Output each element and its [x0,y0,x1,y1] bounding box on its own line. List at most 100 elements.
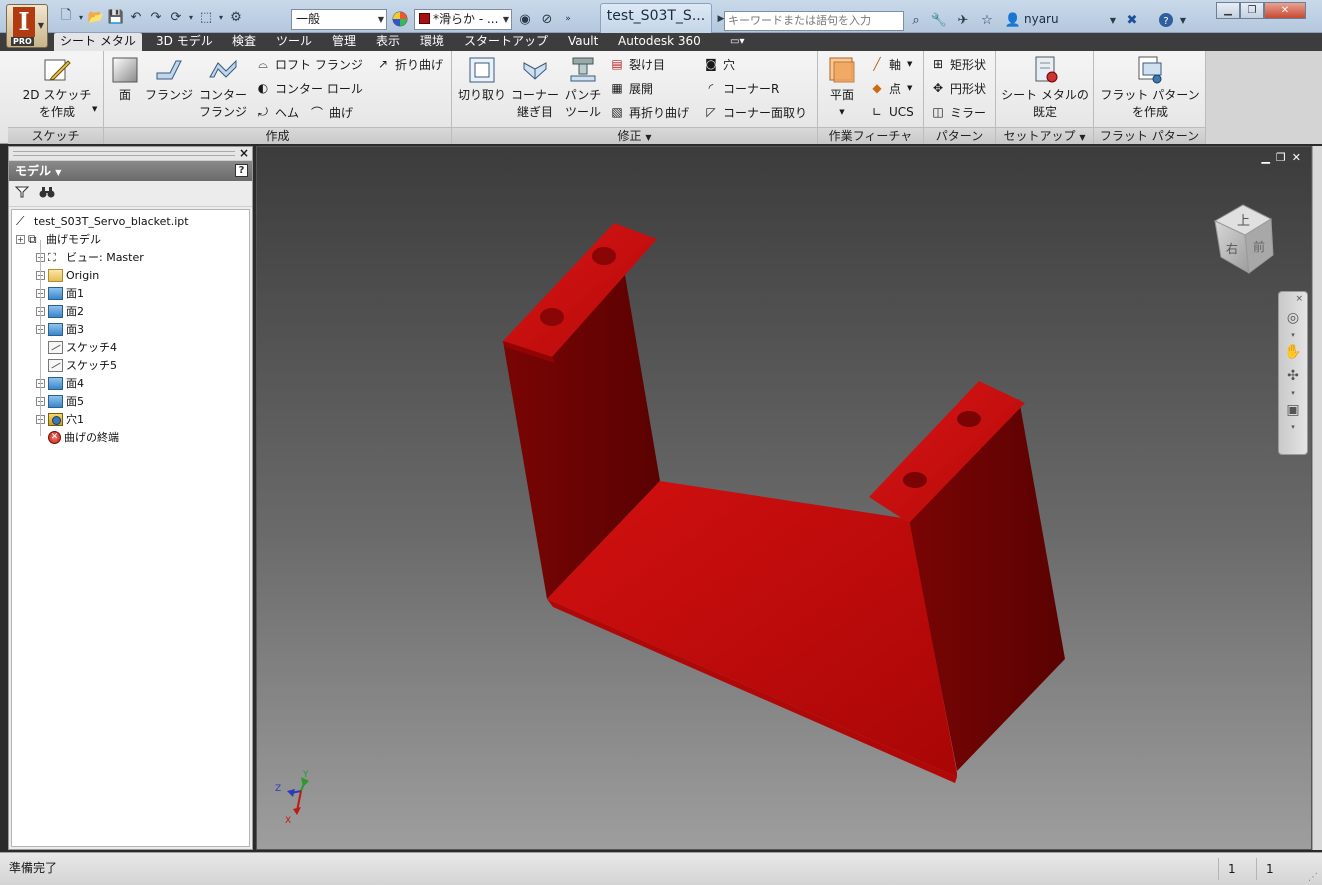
tab-inspect[interactable]: 検査 [226,33,262,51]
save-icon[interactable]: 💾 [106,7,126,27]
view-cube[interactable]: 上 右 前 [1213,204,1274,274]
tree-node[interactable]: スケッチ5 [36,356,117,374]
satellite-icon[interactable]: ✈ [953,10,973,30]
close-button[interactable]: ✕ [1264,2,1306,19]
chevron-down-icon[interactable]: ▼ [1173,10,1193,30]
sheet-metal-defaults-button[interactable]: シート メタルの 既定 [998,55,1092,121]
chevron-down-icon[interactable]: ▾ [1279,422,1307,432]
browser-header[interactable]: モデル ▼ ? [9,161,252,181]
corner-round-button[interactable]: ◜ コーナーR [702,78,780,98]
star-icon[interactable]: ☆ [977,10,997,30]
new-dropdown-icon[interactable]: ▾ [76,7,86,27]
mirror-button[interactable]: ◫ ミラー [929,102,986,122]
user-name[interactable]: nyaru [1024,12,1059,26]
select-filter-icon[interactable]: ⬚ [196,7,216,27]
appearance-combo[interactable]: *滑らか - ... ▼ [414,9,512,30]
create-flat-pattern-button[interactable]: フラット パターン を作成 [1096,55,1204,121]
select-dropdown-icon[interactable]: ▾ [216,7,226,27]
modify-panel-title[interactable]: 修正 ▼ [452,127,817,144]
bend-button[interactable]: ⌒ 曲げ [308,102,353,122]
ucs-button[interactable]: ∟ UCS [868,102,914,122]
tab-view[interactable]: 表示 [370,33,406,51]
loft-flange-button[interactable]: ⌓ ロフト フランジ [254,54,363,74]
exchange-icon[interactable]: ✖ [1122,10,1142,30]
punch-tool-button[interactable]: パンチ ツール [562,55,604,121]
tab-3d-model[interactable]: 3D モデル [150,33,219,51]
resize-grip-icon[interactable]: ⋰ [1308,872,1318,883]
refold-button[interactable]: ▧ 再折り曲げ [608,102,689,122]
browser-grip[interactable]: × [9,146,252,161]
hem-button[interactable]: ⤾ ヘム [254,102,299,122]
pan-icon[interactable]: ✋ [1279,340,1307,364]
tab-overflow-icon[interactable]: ▭▾ [724,33,750,51]
contour-roll-button[interactable]: ◐ コンター ロール [254,78,363,98]
chevron-down-icon[interactable]: ▼ [92,105,97,113]
tab-tools[interactable]: ツール [270,33,318,51]
tab-get-started[interactable]: スタートアップ [458,33,554,51]
rip-button[interactable]: ▤ 裂け目 [608,54,665,74]
user-icon[interactable]: 👤 [1003,10,1023,30]
tab-environments[interactable]: 環境 [414,33,450,51]
help-search-input[interactable]: キーワードまたは語句を入力 [724,11,904,31]
fold-button[interactable]: ↗ 折り曲げ [374,54,443,74]
material-combo[interactable]: 一般 ▼ [291,9,387,30]
tree-node[interactable]: +面4 [36,374,84,392]
point-button[interactable]: ◆ 点 ▼ [868,78,912,98]
tree-node[interactable]: ✕ 曲げの終端 [36,428,119,446]
tree-node[interactable]: +面1 [36,284,84,302]
close-icon[interactable]: × [239,146,249,160]
filter-icon[interactable] [14,185,30,203]
key-icon[interactable]: 🔧 [929,10,949,30]
tree-node[interactable]: +面5 [36,392,84,410]
expand-toggle-icon[interactable]: + [16,234,25,244]
tab-autodesk-360[interactable]: Autodesk 360 [612,33,707,51]
application-menu-button[interactable]: I PRO ▼ [6,4,48,48]
update-icon[interactable]: ⟳ [166,7,186,27]
document-tab[interactable]: test_S03T_S... [600,3,712,33]
flange-button[interactable]: フランジ [144,55,194,104]
undo-icon[interactable]: ↶ [126,7,146,27]
tree-node[interactable]: ⟋ test_S03T_Servo_blacket.ipt [16,212,189,230]
corner-chamfer-button[interactable]: ◸ コーナー面取り [702,102,807,122]
plane-button[interactable]: 平面 ▼ [822,55,862,121]
help-icon[interactable]: ? [235,164,248,177]
circular-pattern-button[interactable]: ✥ 円形状 [929,78,986,98]
corner-seam-button[interactable]: コーナー 継ぎ目 [510,55,560,121]
create-2d-sketch-button[interactable]: 2D スケッチ を作成 [16,55,98,121]
binoculars-icon[interactable]: ⌕ [906,10,926,30]
hole-button[interactable]: ◙ 穴 [702,54,735,74]
tree-node[interactable]: +面2 [36,302,84,320]
tree-node[interactable]: +Origin [36,266,99,284]
look-at-icon[interactable]: ▣ [1279,398,1307,422]
tree-node[interactable]: スケッチ4 [36,338,117,356]
tree-node[interactable]: +面3 [36,320,84,338]
redo-icon[interactable]: ↷ [146,7,166,27]
color-wheel-icon[interactable] [390,9,410,29]
axis-button[interactable]: ╱ 軸 ▼ [868,54,912,74]
rectangular-pattern-button[interactable]: ⊞ 矩形状 [929,54,986,74]
new-file-icon[interactable]: 🗋 [56,7,76,27]
contour-flange-button[interactable]: コンター フランジ [198,55,248,121]
chevron-down-icon[interactable]: ▾ [1279,330,1307,340]
orbit-icon[interactable]: ✣ [1279,364,1307,388]
face-button[interactable]: 面 [110,55,140,104]
graphics-viewport[interactable]: ▁❐✕ 上 右 前 Y Z X × ◎ ▾ ✋ ✣ ▾ ▣ ▾ [256,146,1312,850]
tree-node[interactable]: +穴1 [36,410,84,428]
tab-vault[interactable]: Vault [562,33,604,51]
tree-node[interactable]: + ⧉ 曲げモデル [16,230,101,248]
chevron-down-icon[interactable]: ▾ [1279,388,1307,398]
sheet-metal-part[interactable] [503,223,1065,783]
tab-sheet-metal[interactable]: シート メタル [54,33,142,51]
clear-appearance-icon[interactable]: ⊘ [537,9,557,29]
binoculars-icon[interactable] [39,185,55,203]
update-dropdown-icon[interactable]: ▾ [186,7,196,27]
unfold-button[interactable]: ▦ 展開 [608,78,653,98]
cut-button[interactable]: 切り取り [456,55,508,104]
steering-wheel-icon[interactable]: ◎ [1279,306,1307,330]
tab-manage[interactable]: 管理 [326,33,362,51]
setup-panel-title[interactable]: セットアップ ▼ [996,127,1093,144]
maximize-button[interactable]: ❐ [1240,2,1264,19]
material-icon[interactable]: ⚙ [226,7,246,27]
minimize-button[interactable]: ▁ [1216,2,1240,19]
tree-node[interactable]: +⛶ビュー: Master [36,248,144,266]
